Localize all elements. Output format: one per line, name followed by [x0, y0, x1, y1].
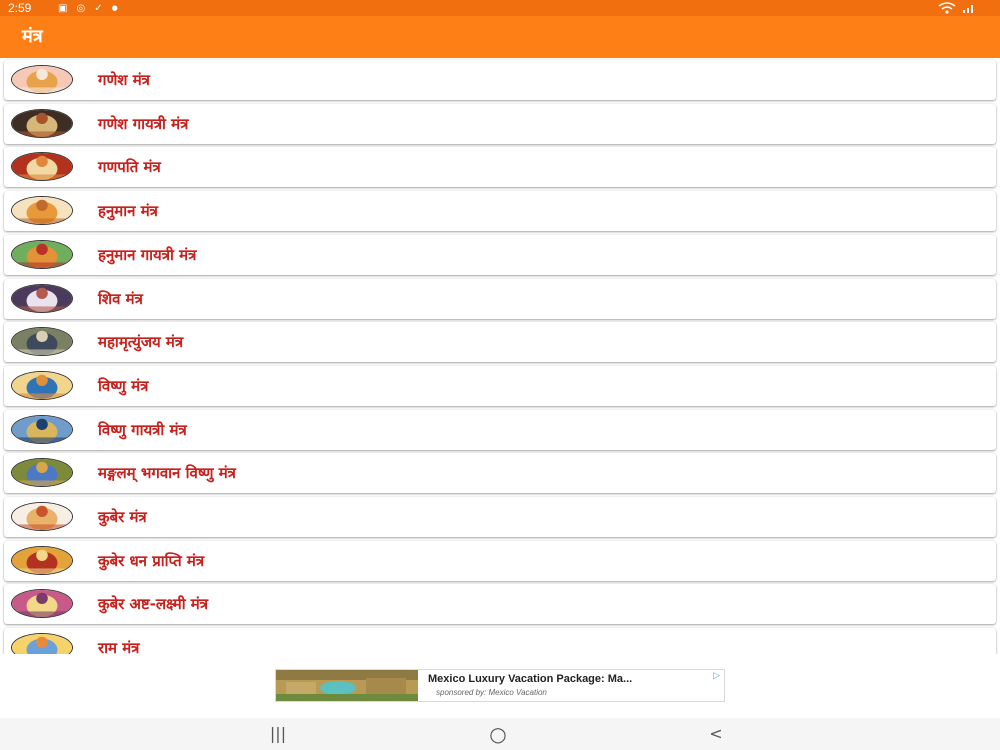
status-system-icons [938, 0, 976, 16]
ad-sponsor: sponsored by: Mexico Vacation [436, 688, 547, 697]
sync-icon: ◎ [76, 2, 86, 14]
image-icon: ▣ [58, 2, 68, 14]
ad-image[interactable] [276, 670, 418, 701]
list-item[interactable]: गणपति मंत्र [4, 147, 996, 187]
list-item[interactable]: महामृत्युंजय मंत्र [4, 322, 996, 362]
kuber-avatar [11, 546, 73, 575]
list-item-label: शिव मंत्र [98, 290, 143, 308]
ganesh-avatar [11, 65, 73, 94]
list-item-label: हनुमान मंत्र [98, 202, 158, 220]
hanuman-avatar [11, 196, 73, 225]
list-item-label: गणेश गायत्री मंत्र [98, 115, 189, 133]
list-item-label: महामृत्युंजय मंत्र [98, 333, 184, 351]
list-item[interactable]: विष्णु मंत्र [4, 366, 996, 406]
status-bar: 2:59 ▣ ◎ ✓ ● [0, 0, 1000, 16]
list-item-label: विष्णु मंत्र [98, 377, 149, 395]
navigation-bar: ||| ○ < [0, 718, 1000, 750]
vishnu-avatar [11, 371, 73, 400]
dot-icon: ● [111, 4, 118, 12]
list-item-label: कुबेर मंत्र [98, 508, 147, 526]
list-item[interactable]: हनुमान गायत्री मंत्र [4, 235, 996, 275]
lakshmi-avatar [11, 589, 73, 618]
ram-avatar [11, 633, 73, 654]
list-item[interactable]: कुबेर धन प्राप्ति मंत्र [4, 541, 996, 581]
list-item-label: गणेश मंत्र [98, 71, 150, 89]
wifi-icon [938, 2, 956, 14]
list-item[interactable]: मङ्गलम् भगवान विष्णु मंत्र [4, 453, 996, 493]
ad-title[interactable]: Mexico Luxury Vacation Package: Ma... [428, 673, 632, 685]
status-time: 2:59 [8, 1, 32, 15]
page-title: मंत्र [22, 26, 43, 47]
list-item[interactable]: गणेश मंत्र [4, 60, 996, 100]
vishnu-avatar [11, 458, 73, 487]
ad-banner[interactable]: Mexico Luxury Vacation Package: Ma... sp… [275, 669, 725, 702]
recents-button[interactable]: ||| [258, 718, 298, 750]
ganesh-avatar [11, 109, 73, 138]
list-item-label: राम मंत्र [98, 639, 140, 654]
download-icon: ✓ [94, 2, 103, 14]
list-item-label: गणपति मंत्र [98, 158, 161, 176]
home-button[interactable]: ○ [478, 718, 518, 750]
list-item-label: मङ्गलम् भगवान विष्णु मंत्र [98, 464, 236, 482]
status-notification-icons: ▣ ◎ ✓ ● [58, 0, 118, 16]
app-bar: मंत्र [0, 16, 1000, 58]
adchoices-icon[interactable]: ▷ [713, 671, 720, 681]
list-item-label: कुबेर अष्ट-लक्ष्मी मंत्र [98, 595, 209, 613]
list-item-label: हनुमान गायत्री मंत्र [98, 246, 197, 264]
list-item[interactable]: कुबेर मंत्र [4, 497, 996, 537]
signal-icon [963, 5, 973, 13]
hanuman-avatar [11, 240, 73, 269]
kuber-avatar [11, 502, 73, 531]
list-item[interactable]: कुबेर अष्ट-लक्ष्मी मंत्र [4, 584, 996, 624]
shiva-avatar [11, 327, 73, 356]
ganpati-avatar [11, 152, 73, 181]
back-button[interactable]: < [696, 718, 736, 750]
list-item[interactable]: गणेश गायत्री मंत्र [4, 104, 996, 144]
shiva-avatar [11, 284, 73, 313]
list-item-label: विष्णु गायत्री मंत्र [98, 421, 187, 439]
vishnu-avatar [11, 415, 73, 444]
mantra-list[interactable]: गणेश मंत्र गणेश गायत्री मंत्र गणपति मंत्र ह… [0, 58, 1000, 654]
list-item[interactable]: शिव मंत्र [4, 279, 996, 319]
list-item[interactable]: हनुमान मंत्र [4, 191, 996, 231]
list-item[interactable]: विष्णु गायत्री मंत्र [4, 410, 996, 450]
list-item[interactable]: राम मंत्र [4, 628, 996, 654]
list-item-label: कुबेर धन प्राप्ति मंत्र [98, 552, 205, 570]
